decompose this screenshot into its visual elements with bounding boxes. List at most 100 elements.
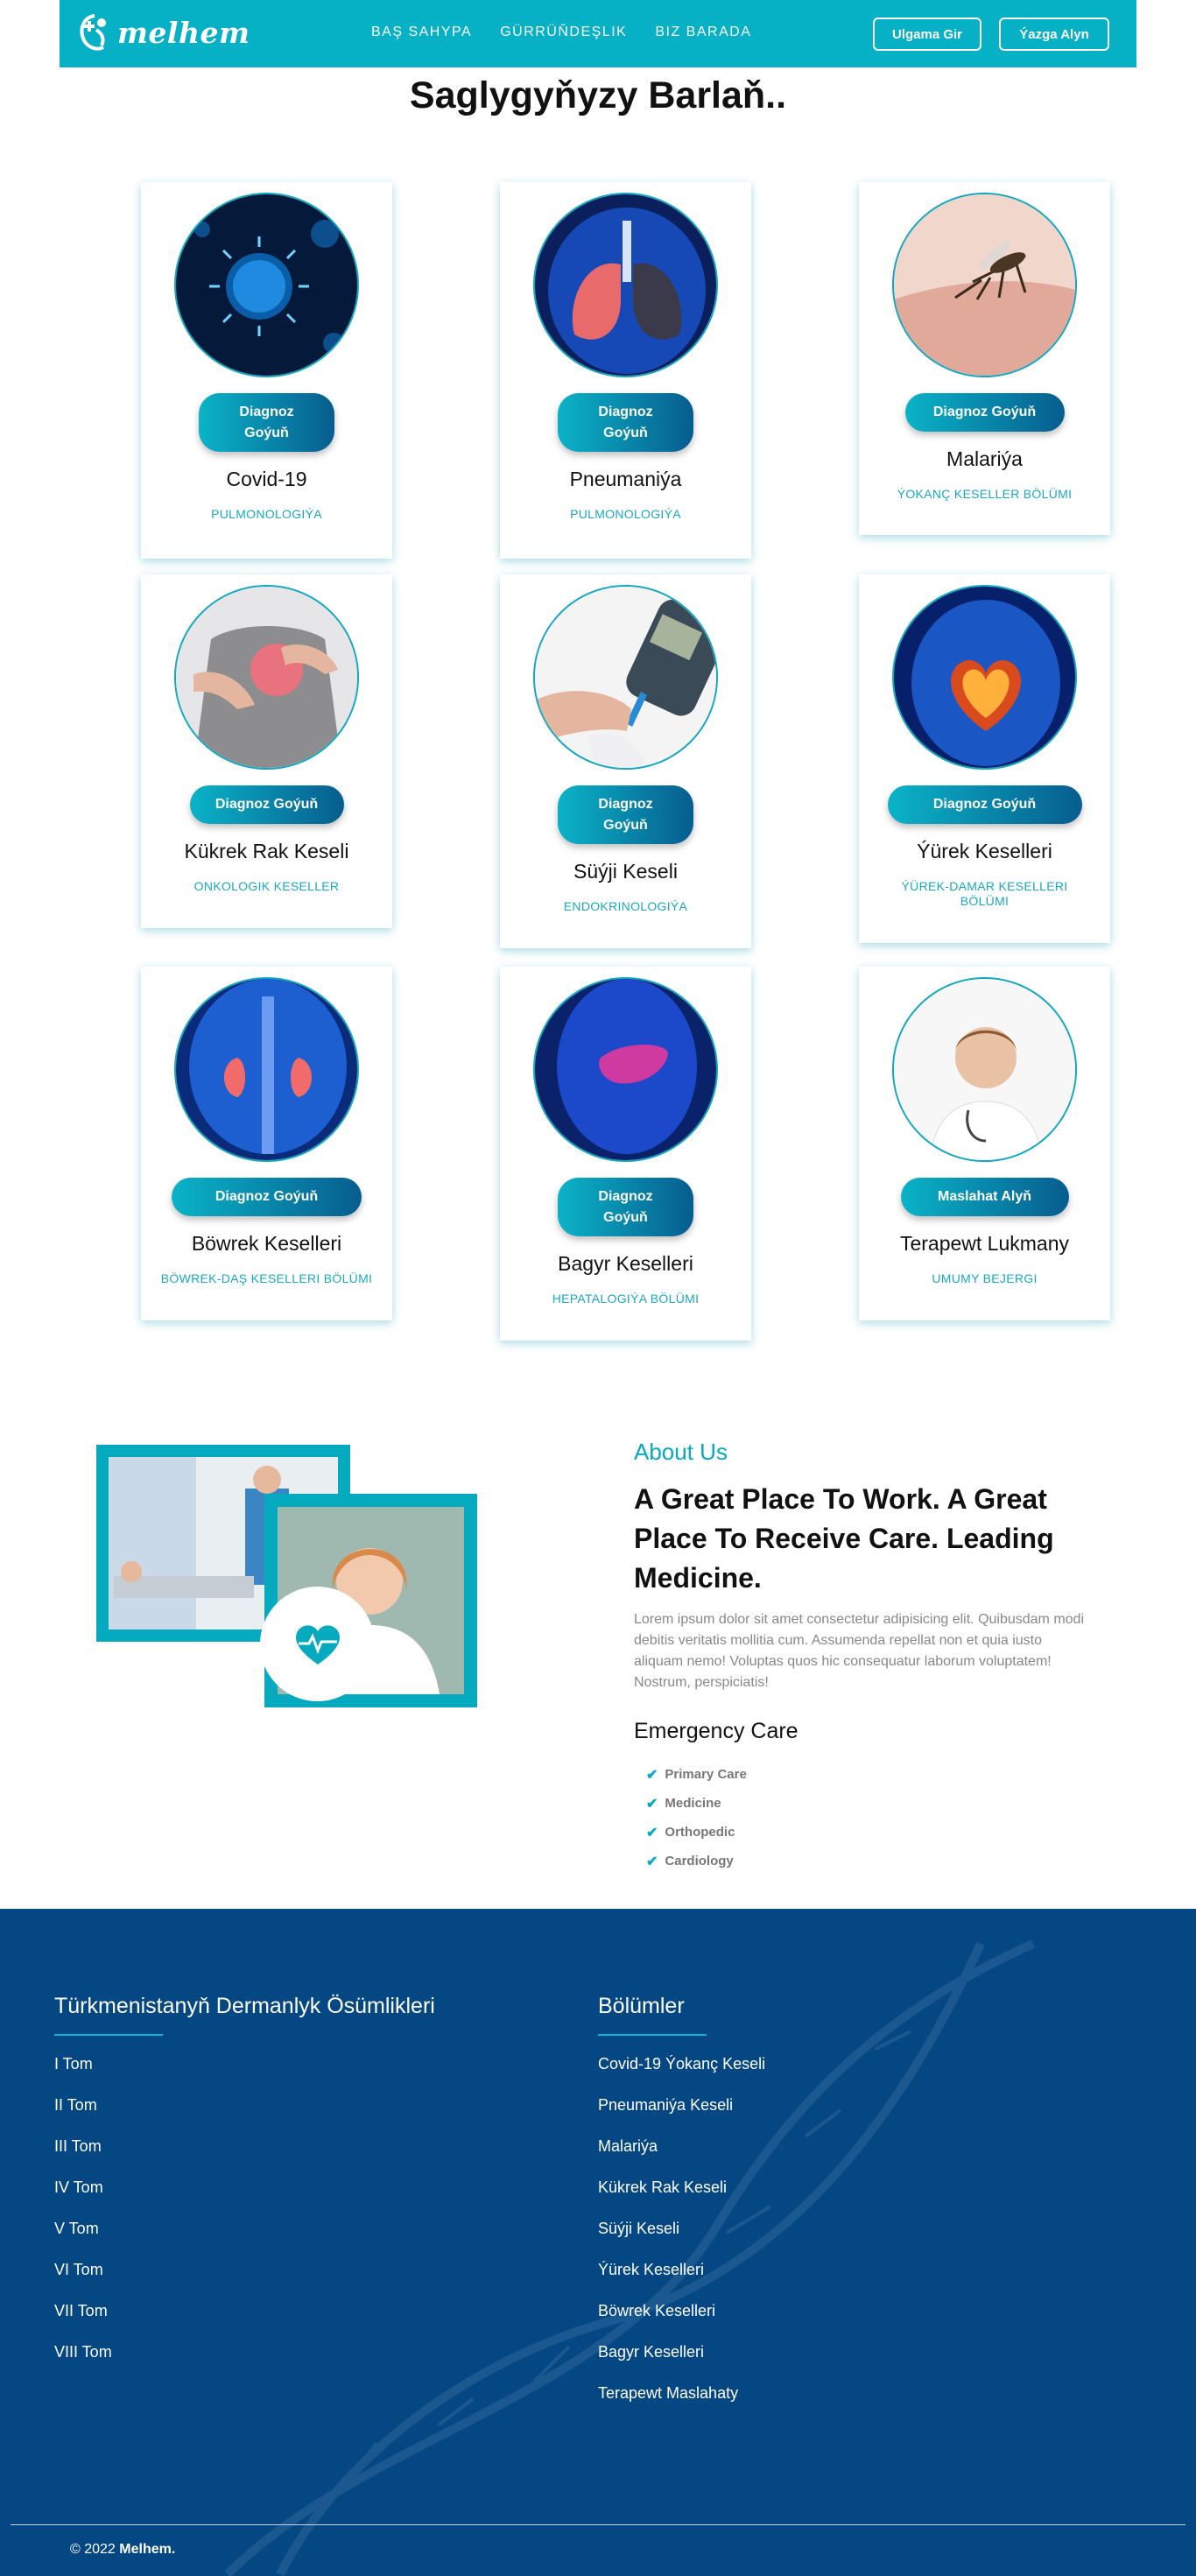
list-item: ✔ Orthopedic — [646, 1825, 735, 1841]
disease-card-heart: Diagnoz Goýuň Ýürek Keselleri ÝÜREK-DAMA… — [859, 574, 1110, 943]
consult-button[interactable]: Maslahat Alyň — [900, 1178, 1069, 1216]
footer-link[interactable]: Covid-19 Ýokanç Keseli — [598, 2053, 765, 2094]
footer-link[interactable]: Ýürek Keselleri — [598, 2259, 765, 2300]
check-icon: ✔ — [646, 1854, 658, 1869]
heartbeat-icon — [295, 1624, 340, 1665]
nav-home[interactable]: BAŞ SAHYPA — [371, 25, 472, 40]
login-button[interactable]: Ulgama Gir — [873, 18, 981, 51]
glucometer-image — [533, 585, 718, 770]
footer-col1-list: I Tom II Tom III Tom IV Tom V Tom VI Tom… — [54, 2053, 112, 2382]
card-title: Covid-19 — [226, 468, 307, 490]
card-title: Terapewt Lukmany — [899, 1232, 1070, 1255]
diagnose-button[interactable]: Diagnoz Goýuň — [887, 785, 1082, 824]
card-department: BÖWREK-DAŞ KESELLERI BÖLÜMI — [160, 1271, 373, 1285]
card-department: UMUMY BEJERGI — [932, 1271, 1038, 1285]
check-icon: ✔ — [646, 1767, 658, 1783]
footer-col1-underline — [54, 2034, 163, 2036]
list-item: ✔ Primary Care — [646, 1767, 747, 1783]
therapist-card: Maslahat Alyň Terapewt Lukmany UMUMY BEJ… — [859, 967, 1110, 1320]
copyright-year: © 2022 — [70, 2542, 116, 2557]
disease-card-liver: Diagnoz Goýuň Bagyr Keselleri HEPATALOGI… — [500, 967, 751, 1341]
page-title: Saglygyňyzy Barlaň.. — [409, 74, 787, 116]
list-item: ✔ Medicine — [646, 1796, 721, 1812]
card-department: PULMONOLOGIÝA — [211, 507, 322, 521]
card-title: Ýürek Keselleri — [917, 840, 1052, 862]
card-title: Malariýa — [946, 447, 1023, 470]
emergency-list: ✔ Primary Care ✔ Medicine ✔ Orthopedic ✔ Car… — [646, 1760, 747, 1876]
card-department: ÝÜREK-DAMAR KESELLERI BÖLÜMI — [901, 879, 1068, 908]
footer-col2-list: Covid-19 Ýokanç Keseli Pneumaniýa Keseli… — [598, 2053, 765, 2424]
check-icon: ✔ — [646, 1825, 658, 1841]
top-header: melhem BAŞ SAHYPA GÜRRÜŇDEŞLIK BIZ BARAD… — [60, 0, 1136, 67]
footer-link[interactable]: Pneumaniýa Keseli — [598, 2094, 765, 2136]
lungs-image — [533, 193, 718, 377]
footer-link[interactable]: II Tom — [54, 2094, 112, 2136]
mosquito-image — [892, 193, 1077, 377]
diagnose-button[interactable]: Diagnoz Goýuň — [558, 1178, 693, 1236]
footer-divider — [11, 2524, 1185, 2525]
main-nav: BAŞ SAHYPA GÜRRÜŇDEŞLIK BIZ BARADA — [371, 25, 751, 40]
kidneys-image — [174, 977, 359, 1162]
register-button[interactable]: Ýazga Alyn — [999, 18, 1109, 51]
diagnose-button[interactable]: Diagnoz Goýuň — [172, 1178, 362, 1216]
footer-link[interactable]: Bagyr Keselleri — [598, 2341, 765, 2382]
emergency-title: Emergency Care — [634, 1719, 799, 1743]
heartbeat-badge — [260, 1587, 375, 1701]
disease-card-pneumonia: Diagnoz Goýuň Pneumaniýa PULMONOLOGIÝA — [500, 182, 751, 559]
footer-col2-underline — [598, 2034, 707, 2036]
page-root: melhem BAŞ SAHYPA GÜRRÜŇDEŞLIK BIZ BARAD… — [0, 0, 1196, 2576]
card-title: Böwrek Keselleri — [191, 1232, 342, 1255]
disease-card-malaria: Diagnoz Goýuň Malariýa ÝOKANÇ KESELLER B… — [859, 182, 1110, 535]
diagnose-button[interactable]: Diagnoz Goýuň — [199, 393, 334, 452]
footer-link[interactable]: Süýji Keseli — [598, 2218, 765, 2259]
disease-card-covid: Diagnoz Goýuň Covid-19 PULMONOLOGIÝA — [141, 182, 392, 559]
medical-cross-icon — [80, 14, 106, 51]
footer-col1-title: Türkmenistanyň Dermanlyk Ösümlikleri — [54, 1994, 435, 2018]
nav-about[interactable]: BIZ BARADA — [655, 25, 751, 40]
diagnose-button[interactable]: Diagnoz Goýuň — [558, 785, 693, 844]
disease-card-diabetes: Diagnoz Goýuň Süýji Keseli ENDOKRINOLOGI… — [500, 574, 751, 948]
card-department: PULMONOLOGIÝA — [570, 507, 681, 521]
footer-link[interactable]: Terapewt Maslahaty — [598, 2382, 765, 2424]
footer-link[interactable]: Malariýa — [598, 2136, 765, 2177]
copyright-brand: Melhem. — [119, 2542, 176, 2557]
footer-link[interactable]: Böwrek Keselleri — [598, 2300, 765, 2341]
card-title: Kükrek Rak Keseli — [184, 840, 349, 862]
diagnose-button[interactable]: Diagnoz Goýuň — [904, 393, 1065, 432]
nav-chat[interactable]: GÜRRÜŇDEŞLIK — [500, 25, 627, 40]
brand-name: melhem — [117, 15, 250, 50]
diagnose-button[interactable]: Diagnoz Goýuň — [558, 393, 693, 452]
check-icon: ✔ — [646, 1796, 658, 1812]
footer-link[interactable]: VI Tom — [54, 2259, 112, 2300]
virus-image — [174, 193, 359, 377]
about-label: About Us — [634, 1439, 728, 1465]
liver-image — [533, 977, 718, 1162]
card-department: ONKOLOGIK KESELLER — [193, 879, 340, 893]
about-text: Lorem ipsum dolor sit amet consectetur a… — [634, 1612, 1085, 1690]
about-title: A Great Place To Work. A Great Place To … — [634, 1483, 1054, 1594]
footer-link[interactable]: VII Tom — [54, 2300, 112, 2341]
disease-card-breast-cancer: Diagnoz Goýuň Kükrek Rak Keseli ONKOLOGI… — [141, 574, 392, 928]
footer-col2-title: Bölümler — [598, 1994, 685, 2018]
card-title: Süýji Keseli — [573, 860, 678, 883]
breast-image — [174, 585, 359, 770]
footer-link[interactable]: III Tom — [54, 2136, 112, 2177]
card-department: ENDOKRINOLOGIÝA — [563, 899, 688, 913]
footer-link[interactable]: IV Tom — [54, 2177, 112, 2218]
site-footer: Türkmenistanyň Dermanlyk Ösümlikleri I T… — [0, 1909, 1196, 2576]
footer-link[interactable]: Kükrek Rak Keseli — [598, 2177, 765, 2218]
footer-link[interactable]: VIII Tom — [54, 2341, 112, 2382]
brand-logo[interactable]: melhem — [75, 11, 250, 54]
footer-link[interactable]: I Tom — [54, 2053, 112, 2094]
diagnose-button[interactable]: Diagnoz Goýuň — [189, 785, 344, 824]
disease-card-kidney: Diagnoz Goýuň Böwrek Keselleri BÖWREK-DA… — [141, 967, 392, 1320]
card-title: Pneumaniýa — [569, 468, 682, 490]
list-item: ✔ Cardiology — [646, 1854, 734, 1869]
footer-link[interactable]: V Tom — [54, 2218, 112, 2259]
card-department: ÝOKANÇ KESELLER BÖLÜMI — [897, 487, 1073, 501]
doctor-image — [892, 977, 1077, 1162]
card-department: HEPATALOGIÝA BÖLÜMI — [552, 1292, 700, 1306]
card-title: Bagyr Keselleri — [558, 1252, 693, 1275]
heart-image — [892, 585, 1077, 770]
copyright: © 2022 Melhem. — [70, 2542, 175, 2558]
